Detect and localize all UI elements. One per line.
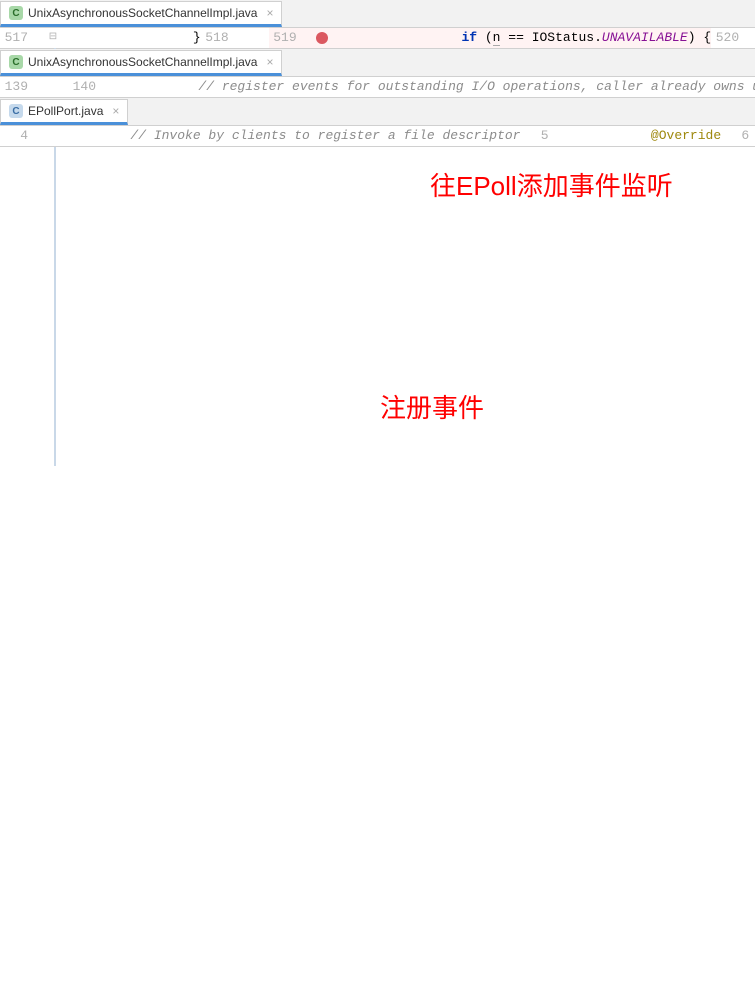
code-line[interactable]: 139 xyxy=(0,77,68,97)
line-number[interactable]: 139 xyxy=(0,77,38,97)
code-text[interactable]: if (n == IOStatus.UNAVAILABLE) { xyxy=(337,28,712,48)
java-class-icon: C xyxy=(9,6,23,20)
code-line[interactable]: 140 // register events for outstanding I… xyxy=(68,77,755,97)
editor-pane-3: C EPollPort.java × 4 // Invoke by client… xyxy=(0,98,755,147)
gutter-marker[interactable] xyxy=(307,28,337,48)
fold-icon[interactable]: ⊟ xyxy=(49,28,57,48)
code-text[interactable]: @Override xyxy=(589,126,722,146)
annotation-text: 往EPoll添加事件监听 xyxy=(430,166,673,203)
close-icon[interactable]: × xyxy=(266,55,273,69)
gutter-marker[interactable] xyxy=(239,28,269,48)
gutter-marker[interactable] xyxy=(38,126,68,146)
code-line[interactable]: 6●↑ void startPoll(int fd, int events) { xyxy=(721,126,755,146)
tab-filename: EPollPort.java xyxy=(28,104,103,118)
line-number[interactable]: 520 xyxy=(711,28,749,48)
annotation-text: 注册事件 xyxy=(380,388,484,425)
java-class-icon: C xyxy=(9,55,23,69)
code-line[interactable]: 520 PendingFuture<V,A> result = null; xyxy=(711,28,755,48)
close-icon[interactable]: × xyxy=(266,6,273,20)
line-number[interactable]: 140 xyxy=(68,77,106,97)
gutter-marker[interactable] xyxy=(749,28,755,48)
code-line[interactable]: 5 @Override xyxy=(521,126,722,146)
file-tab[interactable]: C EPollPort.java × xyxy=(0,99,128,125)
java-class-icon: C xyxy=(9,104,23,118)
breakpoint-icon[interactable] xyxy=(316,32,328,44)
code-line[interactable]: 519 if (n == IOStatus.UNAVAILABLE) { xyxy=(269,28,712,48)
gutter-marker[interactable] xyxy=(38,77,68,97)
code-editor[interactable]: 139 140 // register events for outstandin… xyxy=(0,77,755,97)
tab-bar: C UnixAsynchronousSocketChannelImpl.java… xyxy=(0,0,755,28)
file-tab[interactable]: C UnixAsynchronousSocketChannelImpl.java… xyxy=(0,1,282,27)
line-number[interactable]: 519 xyxy=(269,28,307,48)
code-line[interactable]: 518 xyxy=(201,28,269,48)
code-text[interactable]: // register events for outstanding I/O o… xyxy=(136,77,755,97)
line-number[interactable]: 517 xyxy=(0,28,38,48)
line-number[interactable]: 4 xyxy=(0,126,38,146)
line-number[interactable]: 5 xyxy=(521,126,559,146)
gutter-marker[interactable] xyxy=(559,126,589,146)
code-editor[interactable]: 4 // Invoke by clients to register a fil… xyxy=(0,126,755,146)
tab-filename: UnixAsynchronousSocketChannelImpl.java xyxy=(28,55,257,69)
code-line[interactable]: 517 ⊟ } xyxy=(0,28,201,48)
tab-filename: UnixAsynchronousSocketChannelImpl.java xyxy=(28,6,257,20)
line-number[interactable]: 6 xyxy=(721,126,755,146)
tab-bar: C EPollPort.java × xyxy=(0,98,755,126)
close-icon[interactable]: × xyxy=(112,104,119,118)
gutter-marker[interactable]: ⊟ xyxy=(38,28,68,48)
file-tab[interactable]: C UnixAsynchronousSocketChannelImpl.java… xyxy=(0,50,282,76)
tab-bar: C UnixAsynchronousSocketChannelImpl.java… xyxy=(0,49,755,77)
editor-pane-1: C UnixAsynchronousSocketChannelImpl.java… xyxy=(0,0,755,49)
code-text[interactable]: } xyxy=(68,28,201,48)
code-text[interactable]: // Invoke by clients to register a file … xyxy=(68,126,521,146)
editor-pane-2: C UnixAsynchronousSocketChannelImpl.java… xyxy=(0,49,755,98)
code-line[interactable]: 4 // Invoke by clients to register a fil… xyxy=(0,126,521,146)
line-number[interactable]: 518 xyxy=(201,28,239,48)
gutter-marker[interactable] xyxy=(106,77,136,97)
code-editor[interactable]: 517 ⊟ }518 519 if (n == IOStatus.UNAVAILAB… xyxy=(0,28,755,48)
